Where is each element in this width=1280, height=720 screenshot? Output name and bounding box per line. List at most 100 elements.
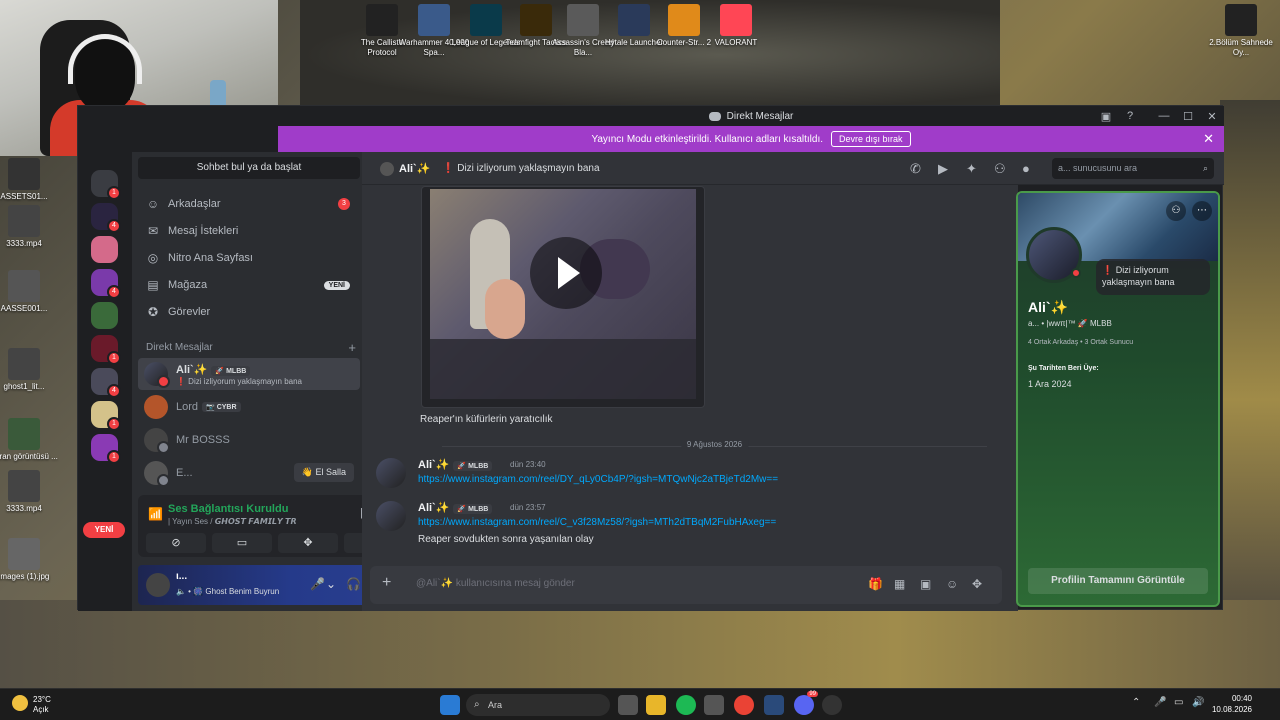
more-options-icon[interactable]: ⋯	[1192, 201, 1212, 221]
desktop-icon[interactable]: 3333.mp4	[0, 205, 60, 249]
server-icon[interactable]: 1	[91, 434, 121, 464]
signal-icon: 📶	[148, 507, 163, 521]
server-icon[interactable]	[91, 236, 118, 263]
help-icon[interactable]: ?	[1118, 106, 1142, 126]
file-explorer-icon[interactable]	[646, 695, 666, 715]
camera-off-button[interactable]: ⊘	[146, 533, 206, 553]
discord-badge: 99	[807, 691, 818, 697]
video-call-icon[interactable]: ▶	[938, 161, 948, 177]
headphones-icon[interactable]: 🎧	[346, 577, 361, 591]
shop-icon: ▤	[147, 278, 159, 292]
task-view-icon[interactable]	[618, 695, 638, 715]
avatar[interactable]	[376, 501, 406, 531]
pin-icon[interactable]: ✦	[966, 161, 977, 177]
server-icon[interactable]: 4	[91, 269, 121, 299]
app-icon	[366, 4, 398, 36]
nav-message-requests[interactable]: ✉ Mesaj İstekleri	[138, 219, 360, 243]
discord-icon[interactable]: 99	[794, 691, 818, 715]
nav-shop[interactable]: ▤ Mağaza YENİ	[138, 273, 360, 297]
nav-friends[interactable]: ☺ Arkadaşlar 3	[138, 192, 360, 216]
gift-icon[interactable]: 🎁	[868, 577, 883, 591]
message-author[interactable]: Ali`✨ 🚀 MLBB	[418, 501, 493, 514]
network-icon[interactable]: ▭	[1174, 697, 1183, 708]
screen-share-button[interactable]: ▭	[212, 533, 272, 553]
microphone-icon[interactable]: 🎤	[310, 577, 325, 591]
new-badge[interactable]: YENİ	[83, 522, 125, 538]
desktop-icon[interactable]: images (1).jpg	[0, 538, 60, 582]
mutual-info[interactable]: 4 Ortak Arkadaş • 3 Ortak Sunucu	[1028, 339, 1133, 346]
message-composer[interactable]: + @Ali`✨ kullanıcısına mesaj gönder 🎁 ▦ …	[370, 566, 1002, 604]
chat-title: Ali`✨	[399, 163, 431, 175]
video-attachment[interactable]	[421, 186, 705, 408]
desktop-icon[interactable]: 3333.mp4	[0, 470, 60, 514]
video-thumbnail	[430, 189, 696, 399]
server-icon[interactable]: 4	[91, 203, 121, 233]
chrome-icon[interactable]	[734, 695, 754, 715]
desktop-icon[interactable]: 2.Bölüm Sahnede Oy...	[1205, 4, 1277, 58]
search-input[interactable]: a... sunucusunu ara ⌕	[1052, 158, 1214, 179]
add-friend-icon[interactable]: ⚇	[1166, 201, 1186, 221]
maximize-button[interactable]: ☐	[1176, 106, 1200, 126]
offline-status-icon	[157, 474, 170, 487]
steam-icon[interactable]	[764, 695, 784, 715]
member-since-date: 1 Ara 2024	[1028, 379, 1072, 389]
server-icon[interactable]: 1	[91, 401, 121, 431]
nav-nitro[interactable]: ◎ Nitro Ana Sayfası	[138, 246, 360, 270]
message-author[interactable]: Ali`✨ 🚀 MLBB	[418, 458, 493, 471]
avatar[interactable]	[376, 458, 406, 488]
profile-avatar[interactable]	[1026, 227, 1082, 283]
minimize-button[interactable]: —	[1152, 106, 1176, 126]
dm-item[interactable]: Ali`✨ 🚀 MLBB ❗ Dizi izliyorum yaklaşmayın…	[138, 358, 360, 390]
close-icon[interactable]: ✕	[1203, 131, 1214, 147]
view-full-profile-button[interactable]: Profilin Tamamını Görüntüle	[1028, 568, 1208, 594]
find-conversation-button[interactable]: Sohbet bul ya da başlat	[138, 157, 360, 179]
activities-button[interactable]: ✥	[278, 533, 338, 553]
server-icon[interactable]	[91, 302, 118, 329]
avatar[interactable]	[146, 573, 170, 597]
desktop-icon[interactable]: Ekran görüntüsü ...	[0, 418, 60, 462]
dnd-status-icon	[1071, 268, 1081, 278]
add-friends-icon[interactable]: ⚇	[994, 161, 1006, 177]
nav-quests[interactable]: ✪ Görevler	[138, 300, 360, 324]
desktop-icon[interactable]: AASSE001...	[0, 270, 60, 314]
chevron-up-icon[interactable]: ⌃	[1132, 697, 1140, 708]
sticker-icon[interactable]: ▣	[920, 577, 931, 591]
user-profile-icon[interactable]: ●	[1022, 161, 1030, 176]
search-icon: ⌕	[1202, 163, 1208, 173]
dm-item[interactable]: Lord 📷 CYBR	[138, 391, 360, 423]
desktop-icon[interactable]: ASSETS01...	[0, 158, 60, 202]
window-title: Direkt Mesajlar	[726, 110, 794, 122]
microphone-icon[interactable]: 🎤	[1154, 697, 1166, 708]
message-input[interactable]: @Ali`✨ kullanıcısına mesaj gönder	[416, 578, 575, 589]
apps-icon[interactable]: ✥	[972, 577, 982, 591]
wave-button[interactable]: 👋 El Salla	[293, 463, 354, 482]
app-icon	[618, 4, 650, 36]
play-icon[interactable]	[530, 237, 602, 309]
dm-item[interactable]: Mr BOSSS	[138, 424, 360, 456]
spotify-icon[interactable]	[676, 695, 696, 715]
voice-call-icon[interactable]: ✆	[910, 161, 921, 177]
clock[interactable]: 00:40 10.08.2026	[1212, 693, 1252, 715]
start-button[interactable]	[440, 695, 460, 715]
message-requests-icon: ✉	[147, 224, 159, 238]
dm-item[interactable]: E... 👋 El Salla	[138, 457, 360, 489]
gif-icon[interactable]: ▦	[894, 577, 905, 591]
emoji-icon[interactable]: ☺	[946, 577, 958, 591]
create-dm-icon[interactable]: +	[348, 340, 356, 355]
server-icon[interactable]: 1	[91, 335, 121, 365]
inbox-icon[interactable]: ▣	[1094, 106, 1118, 126]
server-icon[interactable]: 4	[91, 368, 121, 398]
chevron-down-icon[interactable]: ⌄	[326, 577, 336, 591]
message-link[interactable]: https://www.instagram.com/reel/C_v3f28Mz…	[418, 517, 776, 528]
app-icon[interactable]	[704, 695, 724, 715]
taskbar-search[interactable]: ⌕ Ara	[466, 694, 610, 716]
close-button[interactable]: ✕	[1200, 106, 1224, 126]
volume-icon[interactable]: 🔊	[1192, 697, 1204, 708]
desktop-icon[interactable]: ghost1_lit...	[0, 348, 60, 392]
disable-streamer-mode-button[interactable]: Devre dışı bırak	[831, 131, 911, 147]
obs-icon[interactable]	[822, 695, 842, 715]
server-icon[interactable]: 1	[91, 170, 121, 200]
message-link[interactable]: https://www.instagram.com/reel/DY_qLy0Cb…	[418, 474, 778, 485]
desktop-icon[interactable]: VALORANT	[700, 4, 772, 48]
add-attachment-icon[interactable]: +	[382, 574, 391, 592]
